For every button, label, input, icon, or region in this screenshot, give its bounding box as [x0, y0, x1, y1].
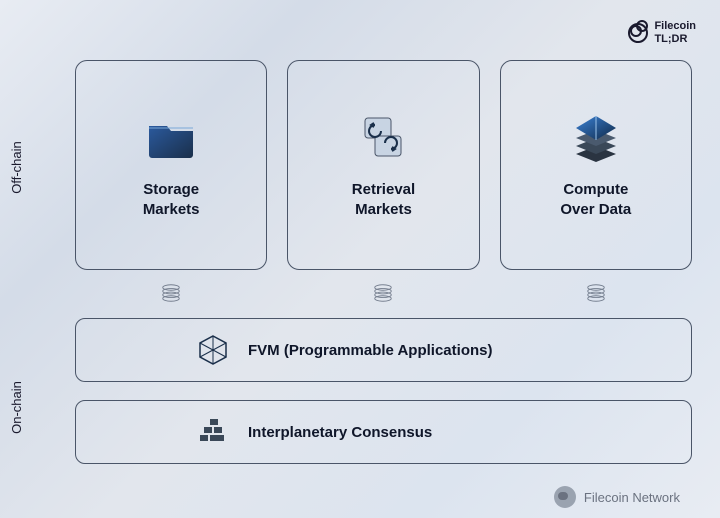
wechat-icon	[554, 486, 576, 508]
footer-attribution: Filecoin Network	[554, 486, 680, 508]
hexagon-icon	[196, 333, 230, 367]
connector-coil	[75, 278, 267, 308]
swap-icon	[355, 110, 411, 166]
connector-coil	[500, 278, 692, 308]
blocks-icon	[196, 415, 230, 449]
folder-icon	[143, 110, 199, 166]
layers-icon	[568, 110, 624, 166]
footer-text: Filecoin Network	[584, 490, 680, 505]
card-label: Interplanetary Consensus	[248, 424, 432, 441]
section-label-onchain: On-chain	[9, 381, 24, 434]
card-retrieval-markets: Retrieval Markets	[287, 60, 479, 270]
card-label: Compute Over Data	[560, 180, 631, 221]
section-label-offchain: Off-chain	[9, 141, 24, 194]
card-label: Retrieval Markets	[352, 180, 415, 221]
onchain-cards: FVM (Programmable Applications) Interpla…	[75, 318, 692, 464]
filecoin-logo-icon	[628, 23, 648, 43]
card-label: Storage Markets	[143, 180, 200, 221]
connectors-row	[75, 278, 692, 308]
brand-logo: Filecoin TL;DR	[628, 20, 696, 46]
card-interplanetary-consensus: Interplanetary Consensus	[75, 400, 692, 464]
card-storage-markets: Storage Markets	[75, 60, 267, 270]
brand-text: Filecoin TL;DR	[654, 20, 696, 46]
card-compute-over-data: Compute Over Data	[500, 60, 692, 270]
card-fvm: FVM (Programmable Applications)	[75, 318, 692, 382]
offchain-cards: Storage Markets Retrieval Markets	[75, 60, 692, 270]
connector-coil	[287, 278, 479, 308]
card-label: FVM (Programmable Applications)	[248, 342, 492, 359]
